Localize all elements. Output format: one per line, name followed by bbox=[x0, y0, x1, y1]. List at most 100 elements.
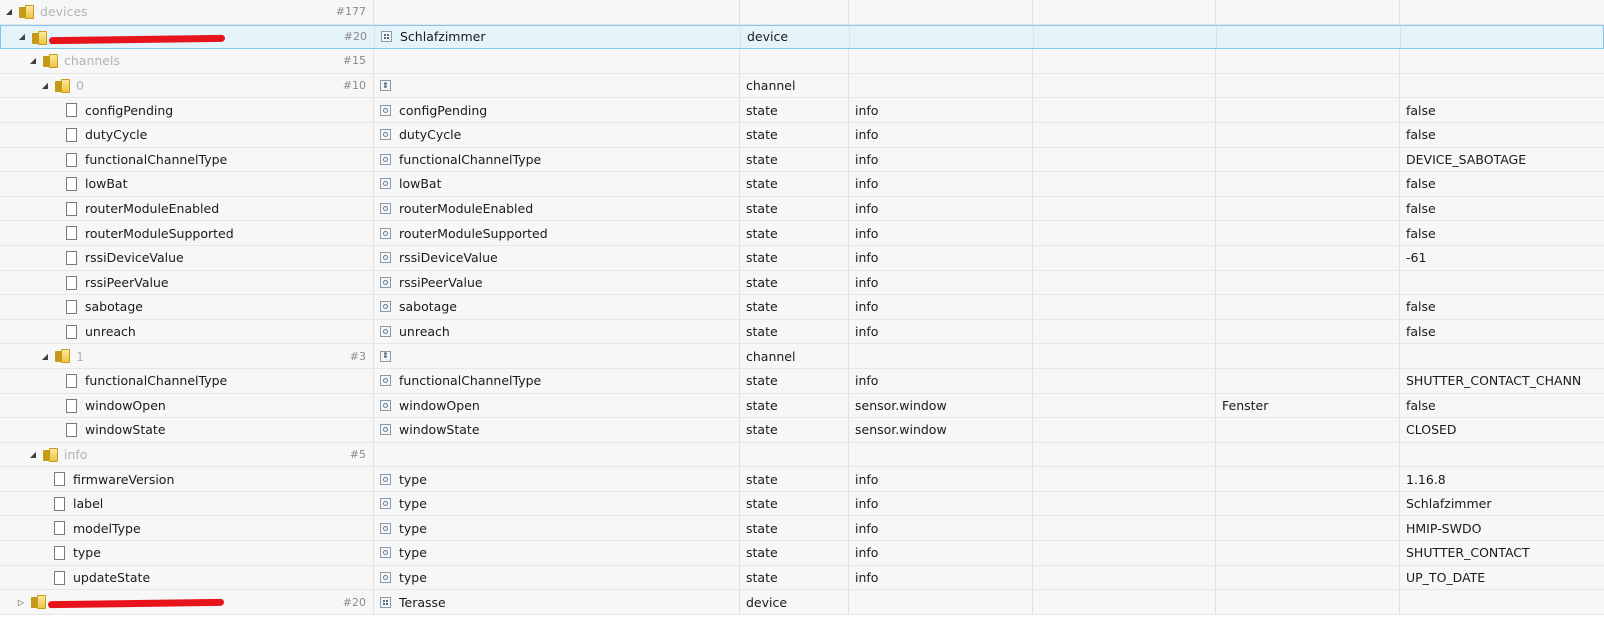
value-cell[interactable] bbox=[1399, 590, 1604, 614]
tree-folder-row[interactable]: ◢ #20 Schlafzimmer device bbox=[0, 24, 1604, 50]
tree-state-row[interactable]: dutyCycle dutyCycle state info false bbox=[0, 122, 1604, 148]
room-cell bbox=[1215, 516, 1399, 541]
tree-item-label[interactable]: functionalChannelType bbox=[85, 148, 227, 172]
tree-state-row[interactable]: windowOpen windowOpen state sensor.window Fe… bbox=[0, 393, 1604, 419]
object-name: type bbox=[399, 569, 427, 585]
value-cell[interactable]: 1.16.8 bbox=[1399, 467, 1604, 491]
tree-item-label[interactable]: updateState bbox=[73, 566, 150, 590]
collapse-toggle-icon[interactable]: ◢ bbox=[39, 344, 51, 368]
tree-state-row[interactable]: label type state info Schlafzimmer bbox=[0, 491, 1604, 517]
tree-folder-row[interactable]: ◢ channels #15 bbox=[0, 49, 1604, 74]
tree-folder-row[interactable]: ◢ 1 #3 ⇕ channel bbox=[0, 344, 1604, 369]
value-cell[interactable] bbox=[1399, 344, 1604, 368]
tree-item-label[interactable]: channels bbox=[64, 49, 120, 73]
value-cell[interactable]: false bbox=[1399, 172, 1604, 196]
value-cell[interactable] bbox=[1399, 0, 1604, 24]
tree-state-row[interactable]: configPending configPending state info false bbox=[0, 98, 1604, 123]
tree-state-row[interactable]: routerModuleEnabled routerModuleEnabled st… bbox=[0, 196, 1604, 222]
tree-state-row[interactable]: sabotage sabotage state info false bbox=[0, 295, 1604, 320]
state-dot bbox=[383, 156, 388, 162]
id-cell: routerModuleSupported bbox=[0, 221, 373, 245]
tree-item-label[interactable]: routerModuleSupported bbox=[85, 221, 234, 245]
value-cell[interactable] bbox=[1399, 49, 1604, 73]
value-cell[interactable]: SHUTTER_CONTACT bbox=[1399, 541, 1604, 565]
tree-item-label[interactable]: info bbox=[64, 443, 87, 467]
empty-cell bbox=[1032, 270, 1215, 295]
room-cell bbox=[1216, 25, 1400, 49]
file-icon bbox=[66, 373, 77, 388]
value-cell[interactable]: UP_TO_DATE bbox=[1399, 565, 1604, 590]
tree-item-label[interactable]: devices bbox=[40, 0, 88, 24]
tree-state-row[interactable]: lowBat lowBat state info false bbox=[0, 172, 1604, 197]
value-cell[interactable] bbox=[1400, 25, 1604, 49]
value-cell[interactable]: false bbox=[1399, 98, 1604, 122]
value-cell[interactable]: false bbox=[1399, 221, 1604, 245]
tree-item-label[interactable]: firmwareVersion bbox=[73, 467, 174, 491]
value-cell[interactable]: Schlafzimmer bbox=[1399, 491, 1604, 516]
object-role: info bbox=[855, 151, 879, 167]
tree-state-row[interactable]: rssiDeviceValue rssiDeviceValue state info -… bbox=[0, 245, 1604, 271]
value-cell[interactable]: false bbox=[1399, 319, 1604, 344]
value-cell[interactable]: DEVICE_SABOTAGE bbox=[1399, 147, 1604, 172]
value-cell[interactable]: SHUTTER_CONTACT_CHANN bbox=[1399, 368, 1604, 393]
tree-state-row[interactable]: updateState type state info UP_TO_DATE bbox=[0, 565, 1604, 591]
tree-item-label[interactable]: modelType bbox=[73, 516, 141, 540]
value-cell[interactable]: CLOSED bbox=[1399, 418, 1604, 442]
id-cell: sabotage bbox=[0, 295, 373, 319]
tree-state-row[interactable]: windowState windowState state sensor.window… bbox=[0, 418, 1604, 443]
value-cell[interactable]: false bbox=[1399, 295, 1604, 319]
collapse-toggle-icon[interactable]: ◢ bbox=[27, 443, 39, 467]
tree-item-label[interactable]: 1 bbox=[76, 344, 84, 368]
tree-item-label[interactable]: type bbox=[73, 541, 101, 565]
collapse-toggle-icon[interactable]: ◢ bbox=[16, 26, 28, 49]
tree-item-label[interactable]: 0 bbox=[76, 74, 84, 98]
tree-item-label[interactable]: rssiDeviceValue bbox=[85, 246, 184, 270]
tree-item-label[interactable]: unreach bbox=[85, 320, 136, 344]
tree-item-label[interactable]: windowState bbox=[85, 418, 166, 442]
object-value: UP_TO_DATE bbox=[1406, 569, 1486, 585]
tree-item-label[interactable]: lowBat bbox=[85, 172, 127, 196]
tree-folder-row[interactable]: ◢ info #5 bbox=[0, 442, 1604, 468]
tree-folder-row[interactable]: ◢ devices #177 bbox=[0, 0, 1604, 25]
tree-state-row[interactable]: firmwareVersion type state info 1.16.8 bbox=[0, 467, 1604, 492]
tree-state-row[interactable]: functionalChannelType functionalChannelTy… bbox=[0, 147, 1604, 173]
tree-state-row[interactable]: routerModuleSupported routerModuleSupport… bbox=[0, 221, 1604, 246]
collapse-toggle-icon[interactable]: ◢ bbox=[3, 0, 15, 24]
tree-item-label[interactable]: functionalChannelType bbox=[85, 369, 227, 393]
tree-item-label[interactable]: routerModuleEnabled bbox=[85, 197, 219, 221]
value-cell[interactable]: false bbox=[1399, 196, 1604, 221]
state-dot bbox=[383, 255, 388, 261]
expand-toggle-icon[interactable]: ▷ bbox=[15, 590, 27, 614]
tree-state-row[interactable]: modelType type state info HMIP-SWDO bbox=[0, 516, 1604, 542]
value-cell[interactable]: -61 bbox=[1399, 245, 1604, 270]
tree-item-label[interactable]: label bbox=[73, 492, 103, 516]
folder-front-shape bbox=[49, 447, 58, 462]
value-cell[interactable] bbox=[1399, 442, 1604, 467]
tree-state-row[interactable]: type type state info SHUTTER_CONTACT bbox=[0, 541, 1604, 566]
tree-item-label[interactable]: windowOpen bbox=[85, 394, 166, 418]
tree-state-row[interactable]: unreach unreach state info false bbox=[0, 319, 1604, 345]
tree-item-label[interactable]: configPending bbox=[85, 98, 173, 122]
collapse-toggle-icon[interactable]: ◢ bbox=[27, 49, 39, 73]
object-type: state bbox=[746, 545, 778, 561]
tree-item-label[interactable]: rssiPeerValue bbox=[85, 271, 169, 295]
type-cell bbox=[739, 49, 848, 73]
file-icon bbox=[66, 127, 77, 142]
room-cell bbox=[1215, 565, 1399, 590]
value-cell[interactable]: false bbox=[1399, 122, 1604, 147]
tree-item-label[interactable]: sabotage bbox=[85, 295, 143, 319]
value-cell[interactable] bbox=[1399, 270, 1604, 295]
object-value: false bbox=[1406, 397, 1436, 413]
value-cell[interactable]: false bbox=[1399, 393, 1604, 418]
tree-folder-row[interactable]: ▷ #20 Terasse device bbox=[0, 590, 1604, 615]
value-cell[interactable]: HMIP-SWDO bbox=[1399, 516, 1604, 541]
tree-folder-row[interactable]: ◢ 0 #10 ⇕ channel bbox=[0, 73, 1604, 99]
object-value: false bbox=[1406, 324, 1436, 340]
id-cell: functionalChannelType bbox=[0, 148, 373, 172]
tree-item-label[interactable]: dutyCycle bbox=[85, 123, 147, 147]
tree-state-row[interactable]: functionalChannelType functionalChannelTy… bbox=[0, 368, 1604, 394]
object-value: false bbox=[1406, 225, 1436, 241]
value-cell[interactable] bbox=[1399, 73, 1604, 98]
tree-state-row[interactable]: rssiPeerValue rssiPeerValue state info bbox=[0, 270, 1604, 296]
collapse-toggle-icon[interactable]: ◢ bbox=[39, 74, 51, 98]
